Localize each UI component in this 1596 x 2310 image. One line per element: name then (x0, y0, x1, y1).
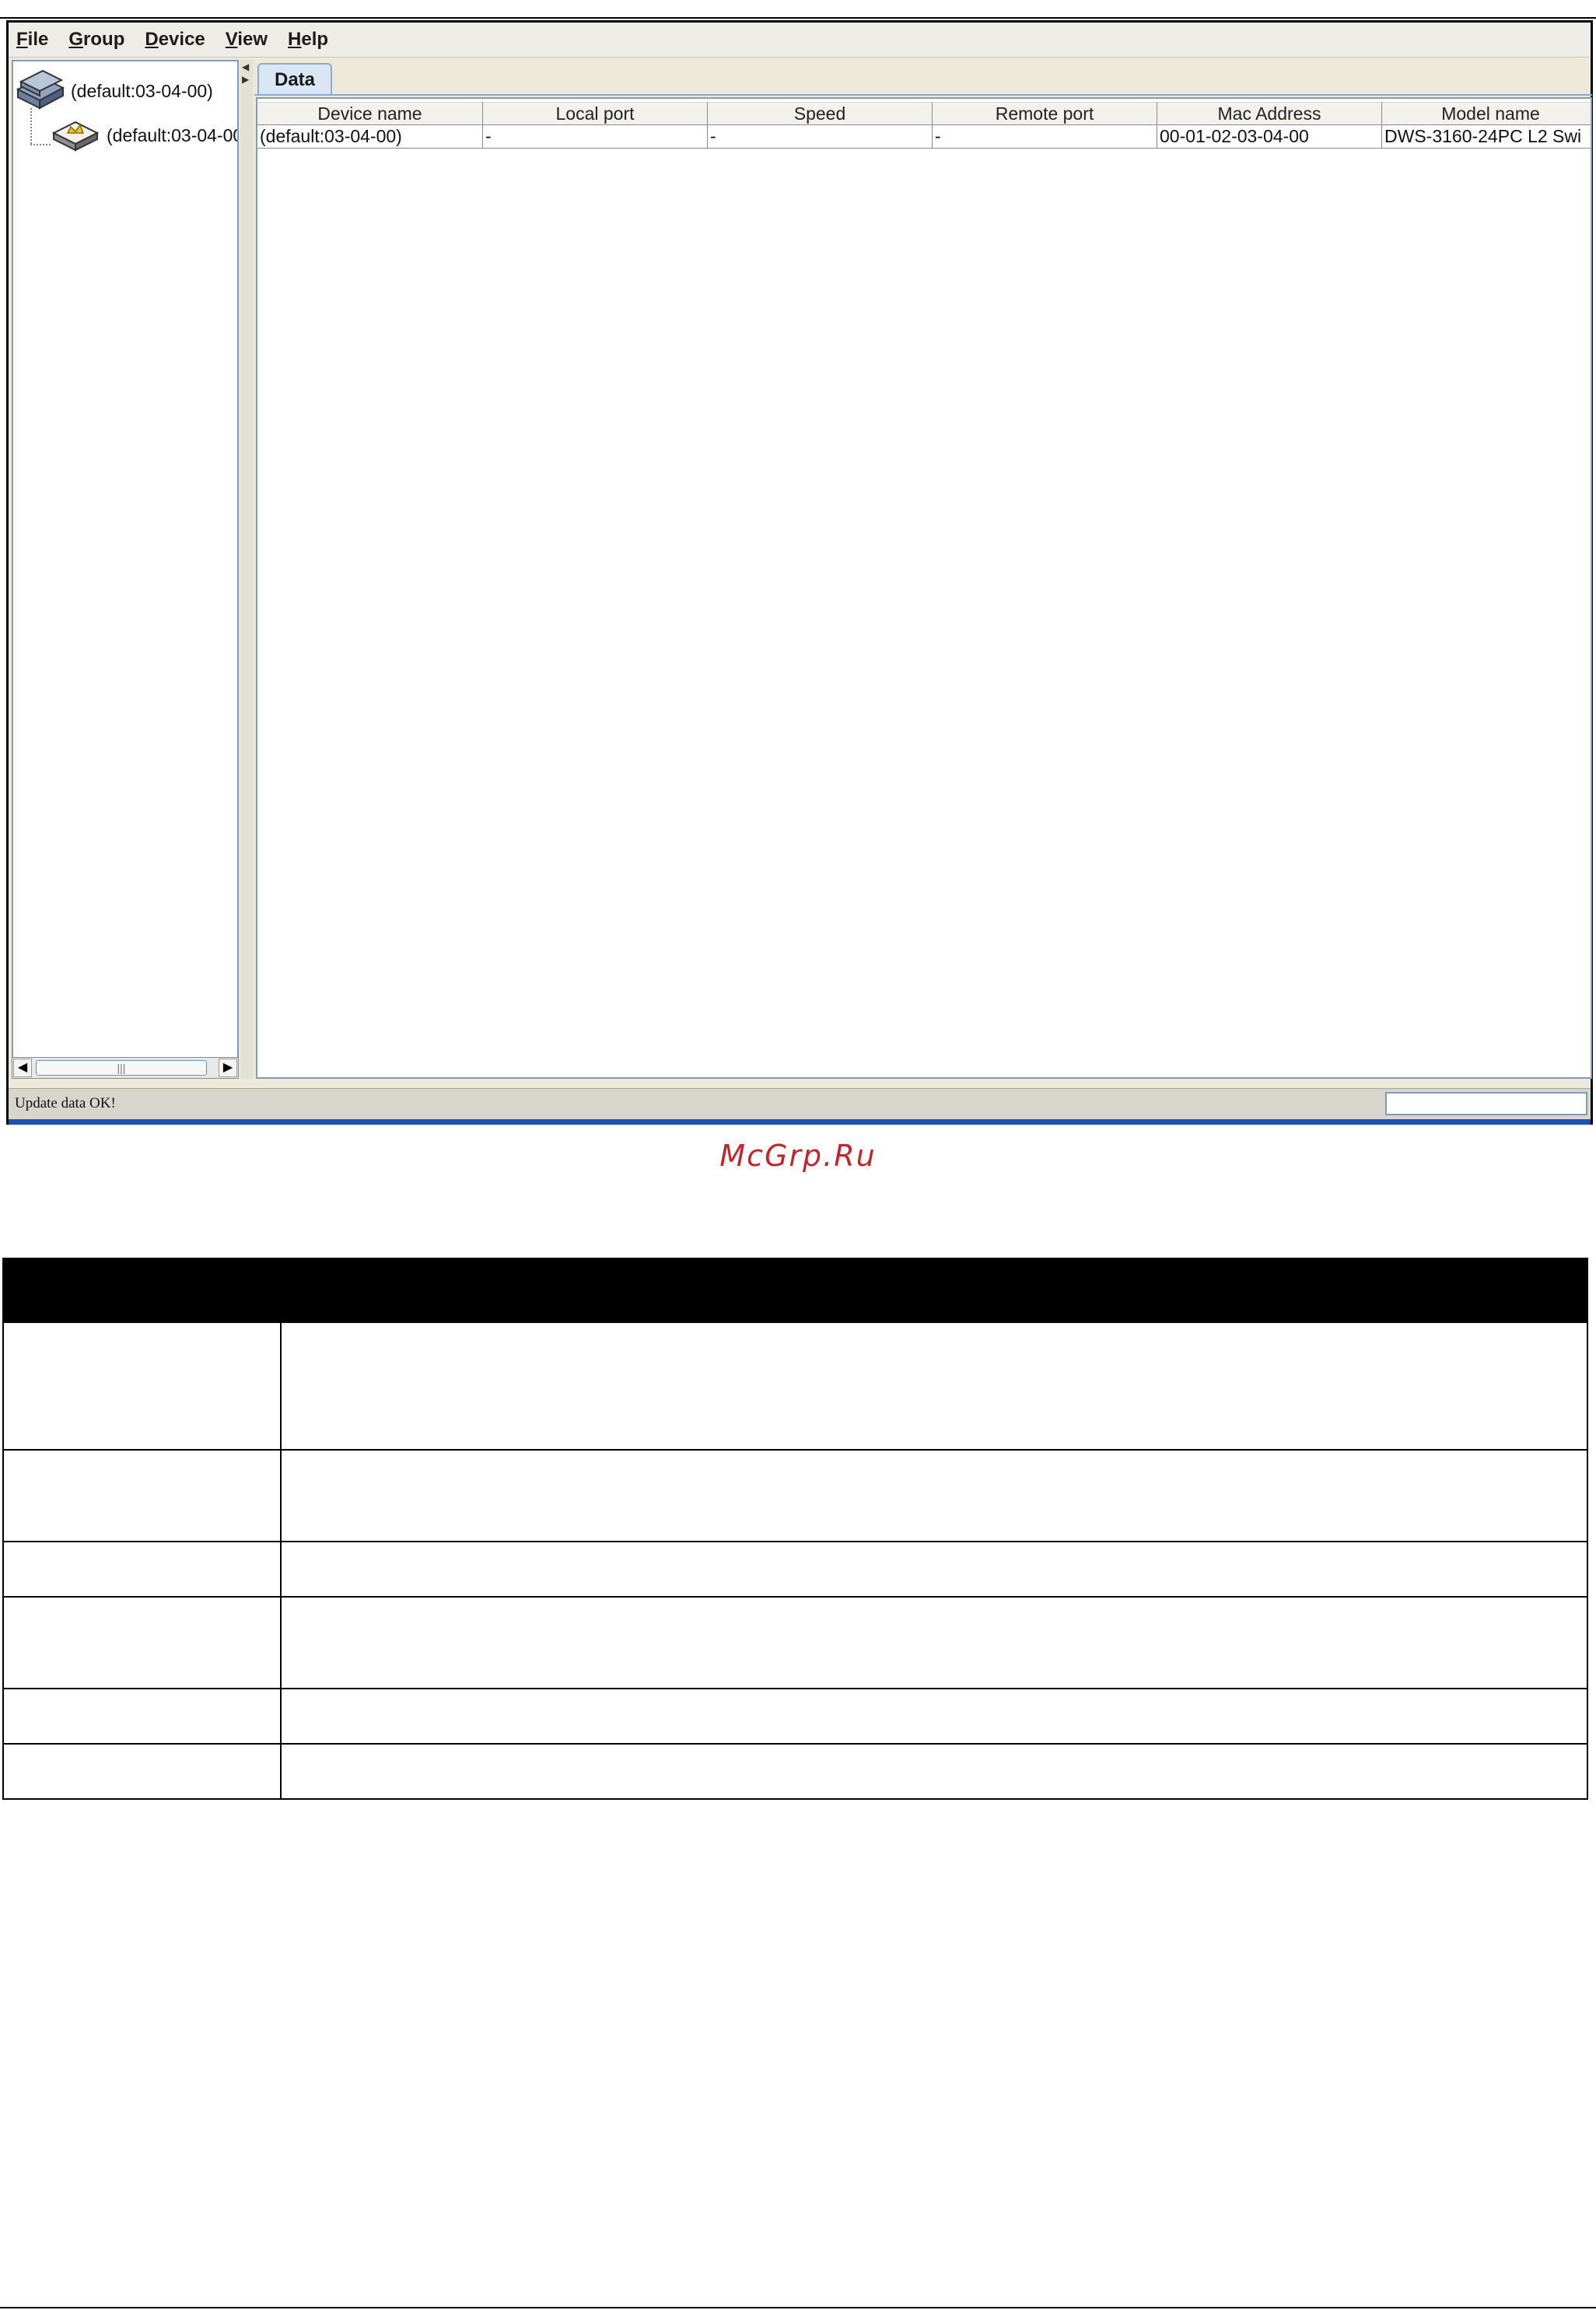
menu-view[interactable]: View (226, 29, 268, 51)
window-bottom-edge (9, 1119, 1591, 1125)
tree-root-label: (default:03-04-00) (71, 80, 213, 101)
cell-model-name: DWS-3160-24PC L2 Swi (1382, 125, 1591, 149)
tab-strip (254, 94, 1592, 96)
tab-data[interactable]: Data (257, 63, 333, 96)
page-top-rule (0, 17, 1596, 19)
table-cell (2, 1596, 282, 1689)
scroll-left-icon[interactable]: ◀ (13, 1059, 32, 1077)
table-row (2, 1743, 1588, 1800)
expand-right-icon[interactable]: ▶ (242, 74, 249, 85)
status-bar: Update data OK! (9, 1088, 1591, 1120)
table-cell (280, 1541, 1588, 1598)
menu-group[interactable]: Group (68, 29, 124, 51)
data-panel: Data Device name Local port Speed Remote… (254, 60, 1592, 1079)
table-cell (2, 1743, 282, 1800)
tree-connector (30, 144, 51, 145)
tree-node-device[interactable]: (default:03-04-00 (51, 114, 239, 156)
table-cell (2, 1688, 282, 1745)
document-table (2, 1258, 1588, 1800)
data-table: Device name Local port Speed Remote port… (256, 97, 1592, 1079)
table-row (2, 1321, 1588, 1451)
cell-mac-address: 00-01-02-03-04-00 (1157, 125, 1382, 149)
table-header: Device name Local port Speed Remote port… (257, 102, 1591, 125)
header-cell (2, 1258, 282, 1323)
table-header-row (2, 1258, 1588, 1323)
column-header-mac-address[interactable]: Mac Address (1157, 102, 1382, 125)
table-row (2, 1541, 1588, 1598)
device-group-icon (15, 66, 66, 116)
cell-local-port: - (483, 125, 708, 149)
watermark: McGrp.Ru (719, 1139, 877, 1173)
tree-connector (30, 108, 32, 144)
scroll-right-icon[interactable]: ▶ (219, 1059, 237, 1077)
column-header-speed[interactable]: Speed (708, 102, 933, 125)
column-header-remote-port[interactable]: Remote port (933, 102, 1157, 125)
table-row (2, 1449, 1588, 1542)
menu-device[interactable]: Device (145, 29, 205, 51)
tree-node-root[interactable]: (default:03-04-00) (15, 66, 213, 116)
menu-bar: File Group Device View Help (9, 23, 1591, 58)
status-progress-field (1385, 1092, 1587, 1115)
table-cell (280, 1321, 1588, 1451)
collapse-left-icon[interactable]: ◀ (242, 61, 249, 72)
tree-device-label: (default:03-04-00 (107, 124, 239, 145)
column-header-local-port[interactable]: Local port (483, 102, 708, 125)
table-cell (2, 1541, 282, 1598)
cell-speed: - (708, 125, 933, 149)
table-row (2, 1596, 1588, 1689)
device-tree: (default:03-04-00) (default:03-04-00 (12, 60, 239, 1063)
page-bottom-rule (0, 2307, 1596, 2308)
split-divider[interactable]: ◀ ▶ (240, 60, 253, 1079)
table-row[interactable]: (default:03-04-00) - - - 00-01-02-03-04-… (257, 125, 1591, 149)
table-row (2, 1688, 1588, 1745)
column-header-model-name[interactable]: Model name (1382, 102, 1591, 125)
status-message: Update data OK! (15, 1095, 116, 1111)
tree-horizontal-scrollbar[interactable]: ◀ ||| ▶ (12, 1057, 239, 1079)
header-cell (280, 1258, 1588, 1323)
table-cell (2, 1321, 282, 1451)
menu-help[interactable]: Help (288, 29, 328, 51)
table-cell (280, 1743, 1588, 1800)
cell-device-name: (default:03-04-00) (257, 125, 483, 149)
menu-file[interactable]: File (16, 29, 48, 51)
column-header-device-name[interactable]: Device name (257, 102, 483, 125)
scroll-thumb[interactable]: ||| (36, 1060, 207, 1076)
switch-icon (51, 114, 100, 156)
table-cell (280, 1449, 1588, 1542)
table-cell (280, 1688, 1588, 1745)
cell-remote-port: - (933, 125, 1157, 149)
table-cell (280, 1596, 1588, 1689)
application-window: File Group Device View Help (default:03-… (6, 20, 1593, 1125)
table-cell (2, 1449, 282, 1542)
